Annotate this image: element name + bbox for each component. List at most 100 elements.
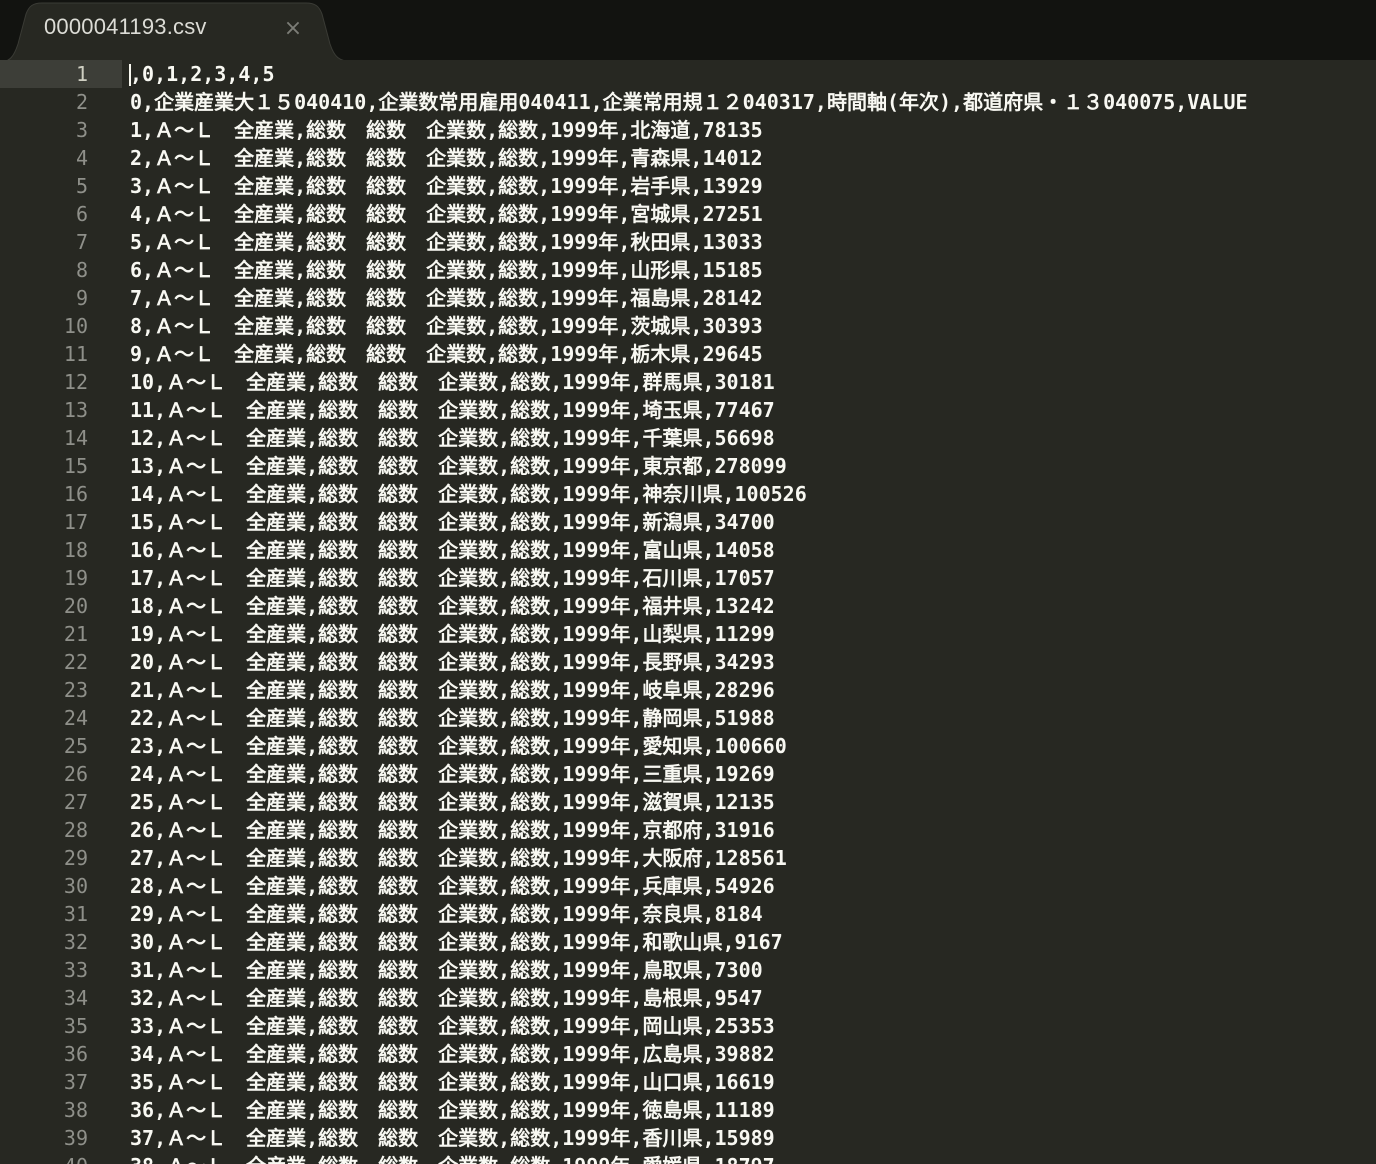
line-number: 23 (63, 678, 88, 702)
line-number: 35 (63, 1014, 88, 1038)
code-line[interactable]: 17 15,Ａ～Ｌ 全産業,総数 総数 企業数,総数,1999年,新潟県,3470… (0, 508, 1376, 536)
code-line[interactable]: 23 21,Ａ～Ｌ 全産業,総数 総数 企業数,総数,1999年,岐阜県,2829… (0, 676, 1376, 704)
line-text: 2,Ａ～Ｌ 全産業,総数 総数 企業数,総数,1999年,青森県,14012 (130, 146, 763, 170)
line-text: 8,Ａ～Ｌ 全産業,総数 総数 企業数,総数,1999年,茨城県,30393 (130, 314, 763, 338)
line-number: 38 (63, 1098, 88, 1122)
line-number: 19 (63, 566, 88, 590)
line-text: 17,Ａ～Ｌ 全産業,総数 総数 企業数,総数,1999年,石川県,17057 (130, 566, 775, 590)
text-cursor (129, 64, 131, 86)
code-line[interactable]: 21 19,Ａ～Ｌ 全産業,総数 総数 企業数,総数,1999年,山梨県,1129… (0, 620, 1376, 648)
code-line[interactable]: 10 8,Ａ～Ｌ 全産業,総数 総数 企業数,総数,1999年,茨城県,30393 (0, 312, 1376, 340)
code-line[interactable]: 33 31,Ａ～Ｌ 全産業,総数 総数 企業数,総数,1999年,鳥取県,7300 (0, 956, 1376, 984)
line-text: 7,Ａ～Ｌ 全産業,総数 総数 企業数,総数,1999年,福島県,28142 (130, 286, 763, 310)
file-tab[interactable]: 0000041193.csv × (0, 0, 356, 60)
code-line[interactable]: 16 14,Ａ～Ｌ 全産業,総数 総数 企業数,総数,1999年,神奈川県,100… (0, 480, 1376, 508)
code-line[interactable]: 7 5,Ａ～Ｌ 全産業,総数 総数 企業数,総数,1999年,秋田県,13033 (0, 228, 1376, 256)
line-number: 18 (63, 538, 88, 562)
code-line[interactable]: 15 13,Ａ～Ｌ 全産業,総数 総数 企業数,総数,1999年,東京都,2780… (0, 452, 1376, 480)
line-number: 20 (63, 594, 88, 618)
close-icon[interactable]: × (282, 16, 304, 42)
editor-window: 0000041193.csv × 1 ,0,1,2,3,4,5 2 0,企業産業大１５… (0, 0, 1376, 1164)
code-line[interactable]: 40 38,Ａ～Ｌ 全産業,総数 総数 企業数,総数,1999年,愛媛県,1879… (0, 1152, 1376, 1164)
line-number: 10 (63, 314, 88, 338)
line-text: 22,Ａ～Ｌ 全産業,総数 総数 企業数,総数,1999年,静岡県,51988 (130, 706, 775, 730)
line-text: 37,Ａ～Ｌ 全産業,総数 総数 企業数,総数,1999年,香川県,15989 (130, 1126, 775, 1150)
code-line[interactable]: 38 36,Ａ～Ｌ 全産業,総数 総数 企業数,総数,1999年,徳島県,1118… (0, 1096, 1376, 1124)
code-line[interactable]: 24 22,Ａ～Ｌ 全産業,総数 総数 企業数,総数,1999年,静岡県,5198… (0, 704, 1376, 732)
line-number: 22 (63, 650, 88, 674)
line-number: 39 (63, 1126, 88, 1150)
line-text: 9,Ａ～Ｌ 全産業,総数 総数 企業数,総数,1999年,栃木県,29645 (130, 342, 763, 366)
line-number: 15 (63, 454, 88, 478)
code-line[interactable]: 32 30,Ａ～Ｌ 全産業,総数 総数 企業数,総数,1999年,和歌山県,916… (0, 928, 1376, 956)
code-line[interactable]: 19 17,Ａ～Ｌ 全産業,総数 総数 企業数,総数,1999年,石川県,1705… (0, 564, 1376, 592)
line-text: 15,Ａ～Ｌ 全産業,総数 総数 企業数,総数,1999年,新潟県,34700 (130, 510, 775, 534)
code-line[interactable]: 6 4,Ａ～Ｌ 全産業,総数 総数 企業数,総数,1999年,宮城県,27251 (0, 200, 1376, 228)
line-number: 14 (63, 426, 88, 450)
code-line[interactable]: 31 29,Ａ～Ｌ 全産業,総数 総数 企業数,総数,1999年,奈良県,8184 (0, 900, 1376, 928)
code-line[interactable]: 20 18,Ａ～Ｌ 全産業,総数 総数 企業数,総数,1999年,福井県,1324… (0, 592, 1376, 620)
line-text: 27,Ａ～Ｌ 全産業,総数 総数 企業数,総数,1999年,大阪府,128561 (130, 846, 787, 870)
code-line[interactable]: 30 28,Ａ～Ｌ 全産業,総数 総数 企業数,総数,1999年,兵庫県,5492… (0, 872, 1376, 900)
code-line[interactable]: 12 10,Ａ～Ｌ 全産業,総数 総数 企業数,総数,1999年,群馬県,3018… (0, 368, 1376, 396)
code-line[interactable]: 29 27,Ａ～Ｌ 全産業,総数 総数 企業数,総数,1999年,大阪府,1285… (0, 844, 1376, 872)
line-number: 30 (63, 874, 88, 898)
code-line[interactable]: 36 34,Ａ～Ｌ 全産業,総数 総数 企業数,総数,1999年,広島県,3988… (0, 1040, 1376, 1068)
code-line[interactable]: 25 23,Ａ～Ｌ 全産業,総数 総数 企業数,総数,1999年,愛知県,1006… (0, 732, 1376, 760)
line-number: 4 (75, 146, 88, 170)
line-text: 20,Ａ～Ｌ 全産業,総数 総数 企業数,総数,1999年,長野県,34293 (130, 650, 775, 674)
line-text: 6,Ａ～Ｌ 全産業,総数 総数 企業数,総数,1999年,山形県,15185 (130, 258, 763, 282)
line-number: 28 (63, 818, 88, 842)
code-line[interactable]: 5 3,Ａ～Ｌ 全産業,総数 総数 企業数,総数,1999年,岩手県,13929 (0, 172, 1376, 200)
line-text: ,0,1,2,3,4,5 (130, 62, 275, 86)
line-text: 21,Ａ～Ｌ 全産業,総数 総数 企業数,総数,1999年,岐阜県,28296 (130, 678, 775, 702)
line-number: 25 (63, 734, 88, 758)
line-number: 5 (75, 174, 88, 198)
code-line[interactable]: 3 1,Ａ～Ｌ 全産業,総数 総数 企業数,総数,1999年,北海道,78135 (0, 116, 1376, 144)
code-line[interactable]: 4 2,Ａ～Ｌ 全産業,総数 総数 企業数,総数,1999年,青森県,14012 (0, 144, 1376, 172)
line-number: 34 (63, 986, 88, 1010)
line-text: 18,Ａ～Ｌ 全産業,総数 総数 企業数,総数,1999年,福井県,13242 (130, 594, 775, 618)
line-number: 9 (75, 286, 88, 310)
line-text: 36,Ａ～Ｌ 全産業,総数 総数 企業数,総数,1999年,徳島県,11189 (130, 1098, 775, 1122)
line-number: 24 (63, 706, 88, 730)
line-text: 38,Ａ～Ｌ 全産業,総数 総数 企業数,総数,1999年,愛媛県,18797 (130, 1152, 775, 1164)
line-text: 0,企業産業大１５040410,企業数常用雇用040411,企業常用規１２040… (130, 90, 1248, 114)
line-number: 16 (63, 482, 88, 506)
line-text: 12,Ａ～Ｌ 全産業,総数 総数 企業数,総数,1999年,千葉県,56698 (130, 426, 775, 450)
code-line[interactable]: 13 11,Ａ～Ｌ 全産業,総数 総数 企業数,総数,1999年,埼玉県,7746… (0, 396, 1376, 424)
code-line[interactable]: 9 7,Ａ～Ｌ 全産業,総数 総数 企業数,総数,1999年,福島県,28142 (0, 284, 1376, 312)
line-number: 7 (75, 230, 88, 254)
line-number: 37 (63, 1070, 88, 1094)
code-line[interactable]: 37 35,Ａ～Ｌ 全産業,総数 総数 企業数,総数,1999年,山口県,1661… (0, 1068, 1376, 1096)
code-line[interactable]: 14 12,Ａ～Ｌ 全産業,総数 総数 企業数,総数,1999年,千葉県,5669… (0, 424, 1376, 452)
line-text: 23,Ａ～Ｌ 全産業,総数 総数 企業数,総数,1999年,愛知県,100660 (130, 734, 787, 758)
code-editor[interactable]: 1 ,0,1,2,3,4,5 2 0,企業産業大１５040410,企業数常用雇用040… (0, 60, 1376, 1164)
line-text: 3,Ａ～Ｌ 全産業,総数 総数 企業数,総数,1999年,岩手県,13929 (130, 174, 763, 198)
code-line[interactable]: 18 16,Ａ～Ｌ 全産業,総数 総数 企業数,総数,1999年,富山県,1405… (0, 536, 1376, 564)
line-text: 34,Ａ～Ｌ 全産業,総数 総数 企業数,総数,1999年,広島県,39882 (130, 1042, 775, 1066)
code-line[interactable]: 8 6,Ａ～Ｌ 全産業,総数 総数 企業数,総数,1999年,山形県,15185 (0, 256, 1376, 284)
line-number: 17 (63, 510, 88, 534)
tab-bar: 0000041193.csv × (0, 0, 1376, 60)
line-number: 11 (63, 342, 88, 366)
code-line[interactable]: 35 33,Ａ～Ｌ 全産業,総数 総数 企業数,総数,1999年,岡山県,2535… (0, 1012, 1376, 1040)
line-text: 1,Ａ～Ｌ 全産業,総数 総数 企業数,総数,1999年,北海道,78135 (130, 118, 763, 142)
code-line[interactable]: 39 37,Ａ～Ｌ 全産業,総数 総数 企業数,総数,1999年,香川県,1598… (0, 1124, 1376, 1152)
code-line[interactable]: 22 20,Ａ～Ｌ 全産業,総数 総数 企業数,総数,1999年,長野県,3429… (0, 648, 1376, 676)
code-line[interactable]: 26 24,Ａ～Ｌ 全産業,総数 総数 企業数,総数,1999年,三重県,1926… (0, 760, 1376, 788)
line-number: 27 (63, 790, 88, 814)
code-line[interactable]: 11 9,Ａ～Ｌ 全産業,総数 総数 企業数,総数,1999年,栃木県,29645 (0, 340, 1376, 368)
code-line[interactable]: 27 25,Ａ～Ｌ 全産業,総数 総数 企業数,総数,1999年,滋賀県,1213… (0, 788, 1376, 816)
line-number: 36 (63, 1042, 88, 1066)
code-line[interactable]: 28 26,Ａ～Ｌ 全産業,総数 総数 企業数,総数,1999年,京都府,3191… (0, 816, 1376, 844)
line-text: 30,Ａ～Ｌ 全産業,総数 総数 企業数,総数,1999年,和歌山県,9167 (130, 930, 783, 954)
code-line[interactable]: 2 0,企業産業大１５040410,企業数常用雇用040411,企業常用規１２04… (0, 88, 1376, 116)
line-number: 29 (63, 846, 88, 870)
line-text: 28,Ａ～Ｌ 全産業,総数 総数 企業数,総数,1999年,兵庫県,54926 (130, 874, 775, 898)
code-line[interactable]: 1 ,0,1,2,3,4,5 (0, 60, 1376, 88)
line-number: 13 (63, 398, 88, 422)
line-text: 32,Ａ～Ｌ 全産業,総数 総数 企業数,総数,1999年,島根県,9547 (130, 986, 763, 1010)
line-number: 40 (0, 1152, 122, 1164)
code-line[interactable]: 34 32,Ａ～Ｌ 全産業,総数 総数 企業数,総数,1999年,島根県,9547 (0, 984, 1376, 1012)
